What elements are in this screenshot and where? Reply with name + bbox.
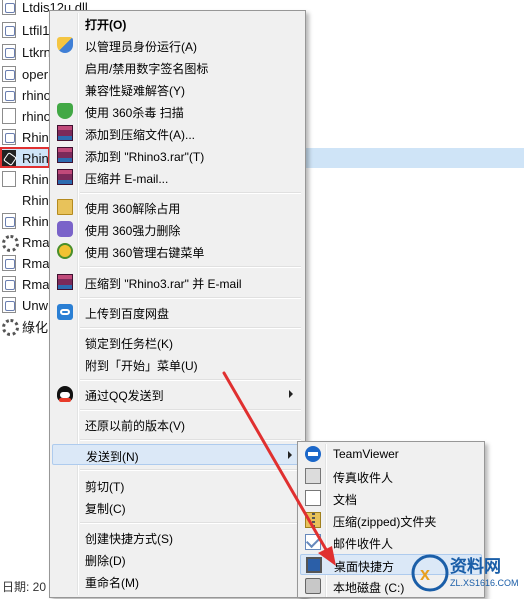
watermark: x 资料网 ZL.XS1616.COM — [410, 550, 522, 596]
watermark-title: 资料网 — [450, 557, 501, 576]
watermark-url: ZL.XS1616.COM — [450, 578, 519, 588]
annotation-arrow-icon — [222, 371, 336, 566]
watermark-logo-icon: x — [411, 554, 449, 592]
svg-text:x: x — [420, 564, 430, 584]
